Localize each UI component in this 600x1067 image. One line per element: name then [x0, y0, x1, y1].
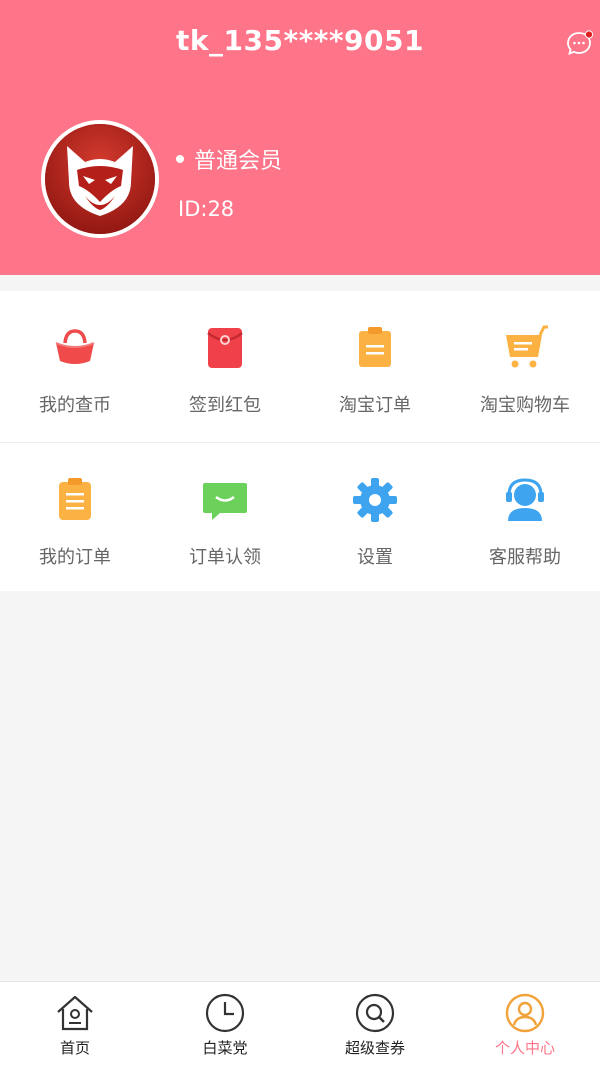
chat-bubble-icon — [203, 483, 247, 520]
member-level-label: 普通会员 — [194, 149, 283, 174]
menu-item-taobao-cart[interactable]: 淘宝购物车 — [450, 291, 600, 442]
menu-row-1: 我的查币 签到红包 淘宝订单 淘宝购物车 — [0, 291, 600, 443]
message-button[interactable] — [566, 30, 594, 56]
menu-label: 订单认领 — [189, 547, 261, 568]
customer-service-icon — [506, 478, 544, 521]
user-icon — [505, 993, 545, 1033]
tab-label: 白菜党 — [202, 1039, 248, 1057]
tab-personal-center[interactable]: 个人中心 — [450, 982, 600, 1067]
user-id: ID:28 — [178, 197, 235, 221]
clipboard-icon — [59, 478, 91, 520]
menu-label: 设置 — [357, 547, 393, 568]
menu-item-order-claim[interactable]: 订单认领 — [150, 443, 300, 593]
tab-super-coupon[interactable]: 超级查券 — [300, 982, 450, 1067]
tab-home[interactable]: 首页 — [0, 982, 150, 1067]
tab-label: 超级查券 — [344, 1039, 405, 1057]
menu-item-my-coins[interactable]: 我的查币 — [0, 291, 150, 442]
menu-label: 签到红包 — [189, 395, 261, 416]
menu-label: 淘宝订单 — [339, 395, 411, 416]
search-coupon-icon — [355, 993, 395, 1033]
shopping-cart-icon — [506, 325, 548, 368]
home-icon — [57, 995, 93, 1031]
tab-label: 个人中心 — [494, 1039, 555, 1057]
menu-item-settings[interactable]: 设置 — [300, 443, 450, 593]
profile-page: tk_135****9051 普通会员 ID:28 我的查币 签到红包 淘宝订单… — [0, 0, 600, 1067]
menu-label: 淘宝购物车 — [480, 395, 570, 416]
menu-item-taobao-orders[interactable]: 淘宝订单 — [300, 291, 450, 442]
menu-label: 我的订单 — [39, 547, 111, 568]
fox-logo-icon — [45, 124, 155, 234]
red-envelope-icon — [207, 328, 243, 368]
avatar[interactable] — [41, 120, 159, 238]
menu-grid: 我的查币 签到红包 淘宝订单 淘宝购物车 我的订单 订单认领 设置 客服帮助 — [0, 291, 600, 591]
taobao-order-icon — [359, 327, 391, 367]
coin-purse-icon — [55, 329, 95, 364]
menu-row-2: 我的订单 订单认领 设置 客服帮助 — [0, 443, 600, 593]
menu-item-customer-service[interactable]: 客服帮助 — [450, 443, 600, 593]
menu-label: 客服帮助 — [489, 547, 561, 568]
member-level: 普通会员 — [176, 143, 282, 175]
clock-icon — [205, 993, 245, 1033]
menu-item-my-orders[interactable]: 我的订单 — [0, 443, 150, 593]
message-icon — [567, 30, 594, 55]
bottom-tab-bar: 首页 白菜党 超级查券 个人中心 — [0, 981, 600, 1067]
menu-item-checkin-redpacket[interactable]: 签到红包 — [150, 291, 300, 442]
username-title: tk_135****9051 — [176, 24, 424, 57]
bullet-dot — [176, 155, 184, 163]
tab-label: 首页 — [59, 1039, 90, 1057]
tab-baicaidang[interactable]: 白菜党 — [150, 982, 300, 1067]
profile-header: tk_135****9051 普通会员 ID:28 — [0, 0, 600, 275]
gear-icon — [353, 478, 397, 522]
menu-label: 我的查币 — [39, 395, 111, 416]
